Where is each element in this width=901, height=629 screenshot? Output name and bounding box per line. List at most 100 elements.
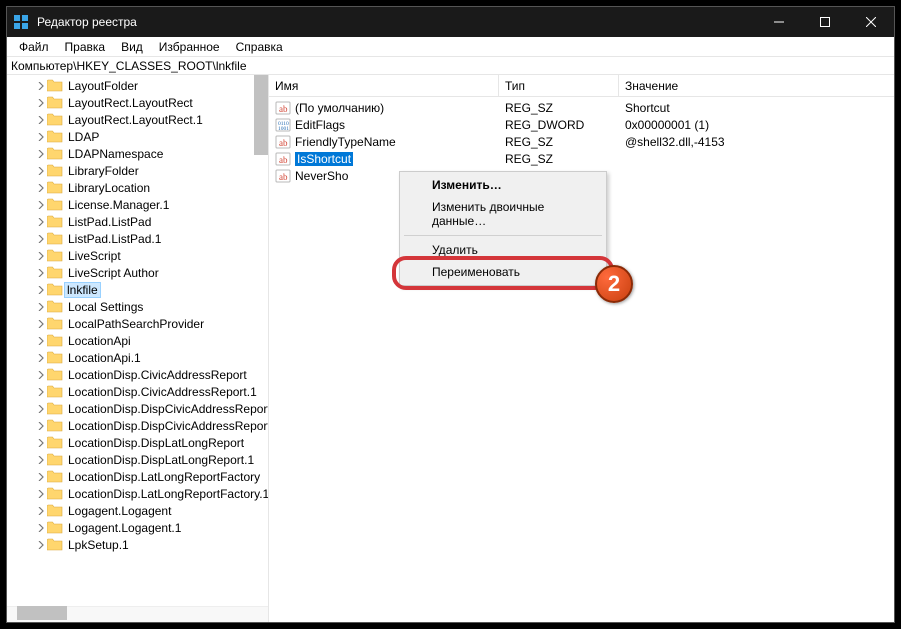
tree-item[interactable]: LiveScript Author bbox=[35, 264, 268, 281]
tree-item-label: LocationDisp.DispLatLongReport.1 bbox=[67, 453, 255, 467]
chevron-right-icon[interactable] bbox=[35, 99, 47, 107]
folder-icon bbox=[47, 113, 63, 126]
callout-number: 2 bbox=[608, 271, 620, 297]
menubar: Файл Правка Вид Избранное Справка bbox=[7, 37, 894, 57]
tree-item[interactable]: LayoutRect.LayoutRect.1 bbox=[35, 111, 268, 128]
list-row[interactable]: ab(По умолчанию)REG_SZShortcut bbox=[269, 99, 894, 116]
chevron-right-icon[interactable] bbox=[35, 218, 47, 226]
menu-help[interactable]: Справка bbox=[228, 40, 291, 54]
chevron-right-icon[interactable] bbox=[35, 235, 47, 243]
tree-item[interactable]: LiveScript bbox=[35, 247, 268, 264]
chevron-right-icon[interactable] bbox=[35, 541, 47, 549]
chevron-right-icon[interactable] bbox=[35, 337, 47, 345]
tree-item[interactable]: LocationDisp.CivicAddressReport bbox=[35, 366, 268, 383]
chevron-right-icon[interactable] bbox=[35, 116, 47, 124]
chevron-right-icon[interactable] bbox=[35, 354, 47, 362]
ctx-delete[interactable]: Удалить bbox=[402, 239, 604, 261]
value-name: IsShortcut bbox=[295, 152, 353, 166]
chevron-right-icon[interactable] bbox=[35, 320, 47, 328]
menu-file[interactable]: Файл bbox=[11, 40, 57, 54]
tree-item[interactable]: LocationDisp.LatLongReportFactory bbox=[35, 468, 268, 485]
chevron-right-icon[interactable] bbox=[35, 269, 47, 277]
folder-icon bbox=[47, 96, 63, 109]
value-type: REG_SZ bbox=[499, 135, 619, 149]
tree-item[interactable]: LocationDisp.DispLatLongReport bbox=[35, 434, 268, 451]
ctx-modify[interactable]: Изменить… bbox=[402, 174, 604, 196]
tree-item-label: ListPad.ListPad bbox=[67, 215, 152, 229]
tree-scrollbar[interactable] bbox=[254, 75, 268, 155]
chevron-right-icon[interactable] bbox=[35, 82, 47, 90]
list-row[interactable]: abIsShortcutREG_SZ bbox=[269, 150, 894, 167]
tree-item-label: LocationDisp.DispLatLongReport bbox=[67, 436, 245, 450]
chevron-right-icon[interactable] bbox=[35, 133, 47, 141]
chevron-right-icon[interactable] bbox=[35, 201, 47, 209]
tree-item[interactable]: lnkfile bbox=[35, 281, 268, 298]
chevron-right-icon[interactable] bbox=[35, 371, 47, 379]
chevron-right-icon[interactable] bbox=[35, 473, 47, 481]
folder-icon bbox=[47, 266, 63, 279]
chevron-right-icon[interactable] bbox=[35, 167, 47, 175]
string-value-icon: ab bbox=[275, 151, 291, 167]
chevron-right-icon[interactable] bbox=[35, 524, 47, 532]
chevron-right-icon[interactable] bbox=[35, 286, 47, 294]
chevron-right-icon[interactable] bbox=[35, 490, 47, 498]
chevron-right-icon[interactable] bbox=[35, 507, 47, 515]
tree-item[interactable]: Local Settings bbox=[35, 298, 268, 315]
tree-item[interactable]: LocationDisp.LatLongReportFactory.1 bbox=[35, 485, 268, 502]
registry-tree[interactable]: LayoutFolderLayoutRect.LayoutRectLayoutR… bbox=[7, 75, 269, 622]
folder-icon bbox=[47, 436, 63, 449]
tree-item[interactable]: LayoutFolder bbox=[35, 77, 268, 94]
list-row[interactable]: 01101001EditFlagsREG_DWORD0x00000001 (1) bbox=[269, 116, 894, 133]
chevron-right-icon[interactable] bbox=[35, 303, 47, 311]
chevron-right-icon[interactable] bbox=[35, 150, 47, 158]
name-cell: ab(По умолчанию) bbox=[269, 100, 499, 116]
tree-item[interactable]: ListPad.ListPad bbox=[35, 213, 268, 230]
tree-item[interactable]: LayoutRect.LayoutRect bbox=[35, 94, 268, 111]
chevron-right-icon[interactable] bbox=[35, 439, 47, 447]
chevron-right-icon[interactable] bbox=[35, 405, 47, 413]
close-button[interactable] bbox=[848, 7, 894, 37]
tree-item[interactable]: LocationDisp.DispCivicAddressReport bbox=[35, 400, 268, 417]
tree-item[interactable]: LocalPathSearchProvider bbox=[35, 315, 268, 332]
maximize-button[interactable] bbox=[802, 7, 848, 37]
chevron-right-icon[interactable] bbox=[35, 184, 47, 192]
header-value[interactable]: Значение bbox=[619, 75, 894, 96]
tree-hscrollbar[interactable] bbox=[17, 606, 67, 620]
header-type[interactable]: Тип bbox=[499, 75, 619, 96]
ctx-rename[interactable]: Переименовать bbox=[402, 261, 604, 283]
tree-item[interactable]: LDAPNamespace bbox=[35, 145, 268, 162]
tree-item-label: LpkSetup.1 bbox=[67, 538, 130, 552]
tree-item-label: LocationApi.1 bbox=[67, 351, 142, 365]
header-name[interactable]: Имя bbox=[269, 75, 499, 96]
tree-item[interactable]: License.Manager.1 bbox=[35, 196, 268, 213]
folder-icon bbox=[47, 385, 63, 398]
chevron-right-icon[interactable] bbox=[35, 252, 47, 260]
tree-item-label: LocationDisp.DispCivicAddressReport.1 bbox=[67, 419, 269, 433]
folder-icon bbox=[47, 521, 63, 534]
tree-item[interactable]: LocationDisp.DispCivicAddressReport.1 bbox=[35, 417, 268, 434]
tree-item[interactable]: Logagent.Logagent.1 bbox=[35, 519, 268, 536]
tree-item[interactable]: ListPad.ListPad.1 bbox=[35, 230, 268, 247]
minimize-button[interactable] bbox=[756, 7, 802, 37]
tree-item[interactable]: LocationDisp.CivicAddressReport.1 bbox=[35, 383, 268, 400]
tree-item[interactable]: LibraryFolder bbox=[35, 162, 268, 179]
tree-item[interactable]: LocationDisp.DispLatLongReport.1 bbox=[35, 451, 268, 468]
chevron-right-icon[interactable] bbox=[35, 422, 47, 430]
string-value-icon: ab bbox=[275, 134, 291, 150]
ctx-modify-binary[interactable]: Изменить двоичные данные… bbox=[402, 196, 604, 232]
tree-item[interactable]: LocationApi bbox=[35, 332, 268, 349]
menu-view[interactable]: Вид bbox=[113, 40, 151, 54]
menu-favorites[interactable]: Избранное bbox=[151, 40, 228, 54]
folder-icon bbox=[47, 470, 63, 483]
chevron-right-icon[interactable] bbox=[35, 388, 47, 396]
list-row[interactable]: abFriendlyTypeNameREG_SZ@shell32.dll,-41… bbox=[269, 133, 894, 150]
tree-item[interactable]: Logagent.Logagent bbox=[35, 502, 268, 519]
tree-item[interactable]: LocationApi.1 bbox=[35, 349, 268, 366]
address-bar[interactable]: Компьютер\HKEY_CLASSES_ROOT\lnkfile bbox=[7, 57, 894, 75]
tree-item[interactable]: LpkSetup.1 bbox=[35, 536, 268, 553]
chevron-right-icon[interactable] bbox=[35, 456, 47, 464]
values-list: Имя Тип Значение ab(По умолчанию)REG_SZS… bbox=[269, 75, 894, 622]
menu-edit[interactable]: Правка bbox=[57, 40, 114, 54]
tree-item[interactable]: LibraryLocation bbox=[35, 179, 268, 196]
tree-item[interactable]: LDAP bbox=[35, 128, 268, 145]
